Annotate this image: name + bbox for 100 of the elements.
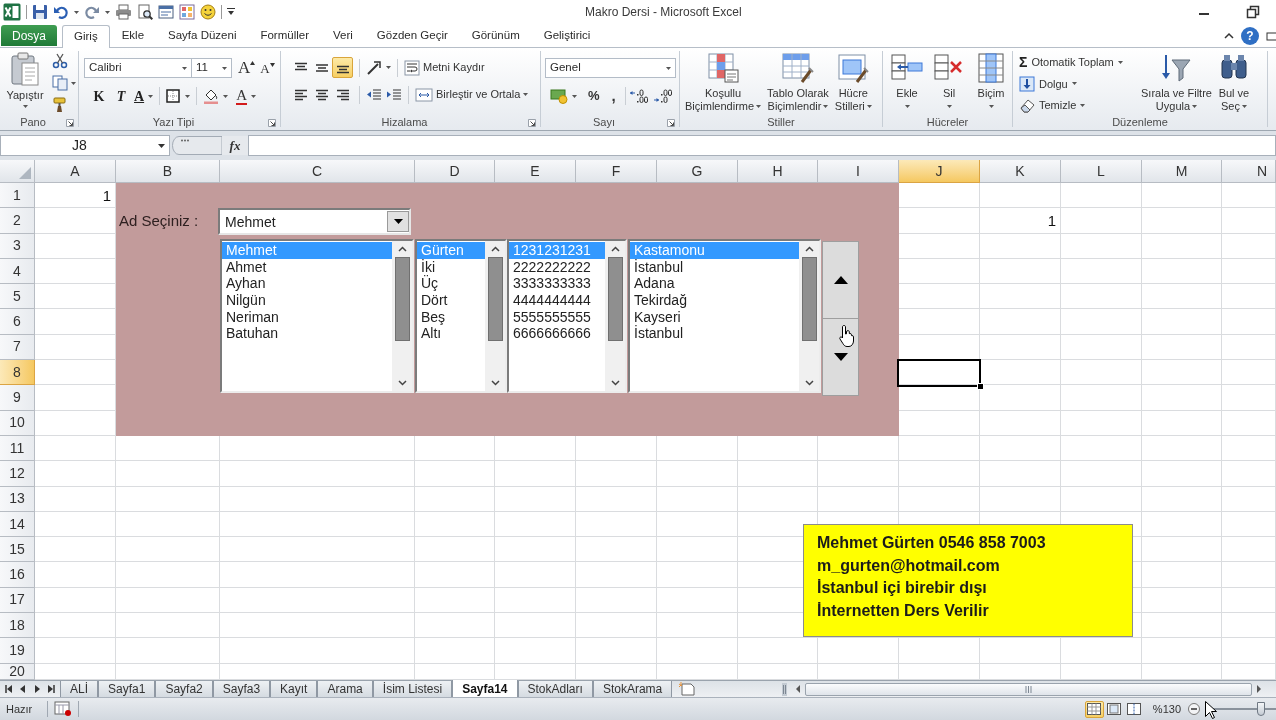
row-header[interactable]: 3 [0,233,35,259]
cell-styles-button[interactable]: Hücre Stilleri [832,48,874,115]
shrink-font-button[interactable]: A [260,58,275,78]
borders-button[interactable] [166,86,191,106]
print-preview-icon[interactable] [137,4,153,20]
clear-button[interactable]: Temizle [1019,95,1139,115]
align-bottom-button[interactable] [332,57,353,78]
zoom-slider-thumb[interactable] [1257,702,1266,716]
column-header[interactable]: I [818,160,899,183]
font-color-button[interactable]: A [236,86,256,106]
percent-button[interactable]: % [588,86,600,106]
ribbon-tab[interactable]: Ekle [109,25,157,47]
dropdown-button[interactable] [387,211,409,232]
column-header[interactable]: C [220,160,415,183]
column-header[interactable]: A [35,160,116,183]
list-item[interactable]: 2222222222 [509,258,605,276]
column-header[interactable]: F [576,160,657,183]
sheet-tab[interactable]: StokArama [592,681,673,697]
row-header[interactable]: 12 [0,461,35,487]
insert-function-button[interactable]: fx [222,136,248,155]
chevron-up-icon[interactable] [610,246,620,252]
dialog-launcher-icon[interactable] [667,118,675,127]
chevron-up-icon[interactable] [490,246,500,252]
dialog-launcher-icon[interactable] [66,118,74,127]
currency-button[interactable] [550,86,577,106]
list-item[interactable]: 6666666666 [509,325,605,343]
list-item[interactable]: Üç [417,275,485,293]
sheet-tab[interactable]: ALİ [60,681,98,697]
row-header[interactable]: 7 [0,334,35,361]
column-header[interactable]: E [495,160,576,183]
undo-icon[interactable] [53,4,69,20]
row-header[interactable]: 10 [0,410,35,436]
number-format-box[interactable]: Genel [545,58,676,78]
sheet-tab[interactable]: İsim Listesi [372,681,453,697]
ribbon-tab[interactable]: Gözden Geçir [364,25,460,47]
collapse-ribbon-icon[interactable] [1224,32,1234,39]
column-header[interactable]: J [899,160,980,183]
list-item[interactable]: İstanbul [630,258,799,276]
chevron-down-icon[interactable] [490,380,500,386]
format-as-table-button[interactable]: Tablo Olarak Biçimlendir [765,48,831,115]
name-box[interactable]: J8 [0,135,170,156]
font-name-box[interactable]: Calibri [84,58,192,78]
formula-input[interactable] [248,135,1276,156]
last-sheet-icon[interactable] [47,685,55,693]
row-header[interactable]: 2 [0,208,35,234]
workbook-window-icon[interactable] [1266,30,1276,41]
printer-icon[interactable] [115,4,132,20]
column-header[interactable]: N [1222,160,1276,183]
column-header[interactable]: M [1142,160,1222,183]
bold-button[interactable]: K [89,86,109,106]
row-header[interactable]: 19 [0,638,35,664]
list-item[interactable]: Neriman [222,308,392,326]
save-icon[interactable] [32,4,48,20]
ribbon-tab[interactable]: Geliştirici [531,25,603,47]
ribbon-tab[interactable]: Görünüm [459,25,532,47]
row-header[interactable]: 15 [0,537,35,563]
row-header[interactable]: 6 [0,309,35,335]
page-break-view-button[interactable] [1124,700,1144,718]
column-header[interactable]: D [415,160,495,183]
column-header[interactable]: L [1061,160,1142,183]
chevron-up-icon[interactable] [397,246,407,252]
spin-down-button[interactable] [823,319,858,395]
first-sheet-icon[interactable] [5,685,13,693]
column-header[interactable]: H [738,160,818,183]
autosum-button[interactable]: Σ Otomatik Toplam [1019,52,1139,72]
comma-style-button[interactable]: , [611,89,616,103]
scrollbar-thumb[interactable] [394,257,410,341]
find-select-button[interactable]: Bul ve Seç [1217,48,1250,115]
font-size-box[interactable]: 11 [192,58,232,78]
ribbon-tab[interactable]: Sayfa Düzeni [156,25,249,47]
grow-font-button[interactable]: A [238,58,256,78]
formula-bar-handle-icon[interactable] [172,136,222,155]
row-header[interactable]: 17 [0,587,35,614]
list-item[interactable]: 3333333333 [509,275,605,293]
merge-center-button[interactable]: Birleştir ve Ortala [415,84,529,105]
row-header[interactable]: 16 [0,562,35,588]
column-header[interactable]: G [657,160,738,183]
normal-view-button[interactable] [1084,700,1104,718]
spin-up-button[interactable] [823,242,858,319]
scroll-right-icon[interactable] [1256,685,1262,693]
list-item[interactable]: 4444444444 [509,292,605,309]
row-header[interactable]: 8 [0,360,35,386]
zoom-level-button[interactable]: %130 [1152,700,1181,718]
paintbrush-icon[interactable] [52,97,68,113]
insert-cells-button[interactable]: Ekle [891,48,923,115]
sheet-tab[interactable]: Kayıt [270,681,318,697]
next-sheet-icon[interactable] [33,685,41,693]
fill-button[interactable]: Dolgu [1019,74,1139,94]
chevron-down-icon[interactable] [610,380,620,386]
italic-button[interactable]: T [111,86,131,106]
list-item[interactable]: Beş [417,308,485,326]
sheet-tab[interactable]: Sayfa2 [155,681,213,697]
list-item[interactable]: Nilgün [222,292,392,309]
color-tiles-icon[interactable] [179,4,195,20]
chevron-down-icon[interactable] [804,380,814,386]
list-item[interactable]: Batuhan [222,325,392,343]
underline-button[interactable]: A [134,86,154,106]
row-header[interactable]: 11 [0,435,35,462]
help-button[interactable]: ? [1241,26,1259,45]
wrap-text-button[interactable]: Metni Kaydır [404,57,485,78]
